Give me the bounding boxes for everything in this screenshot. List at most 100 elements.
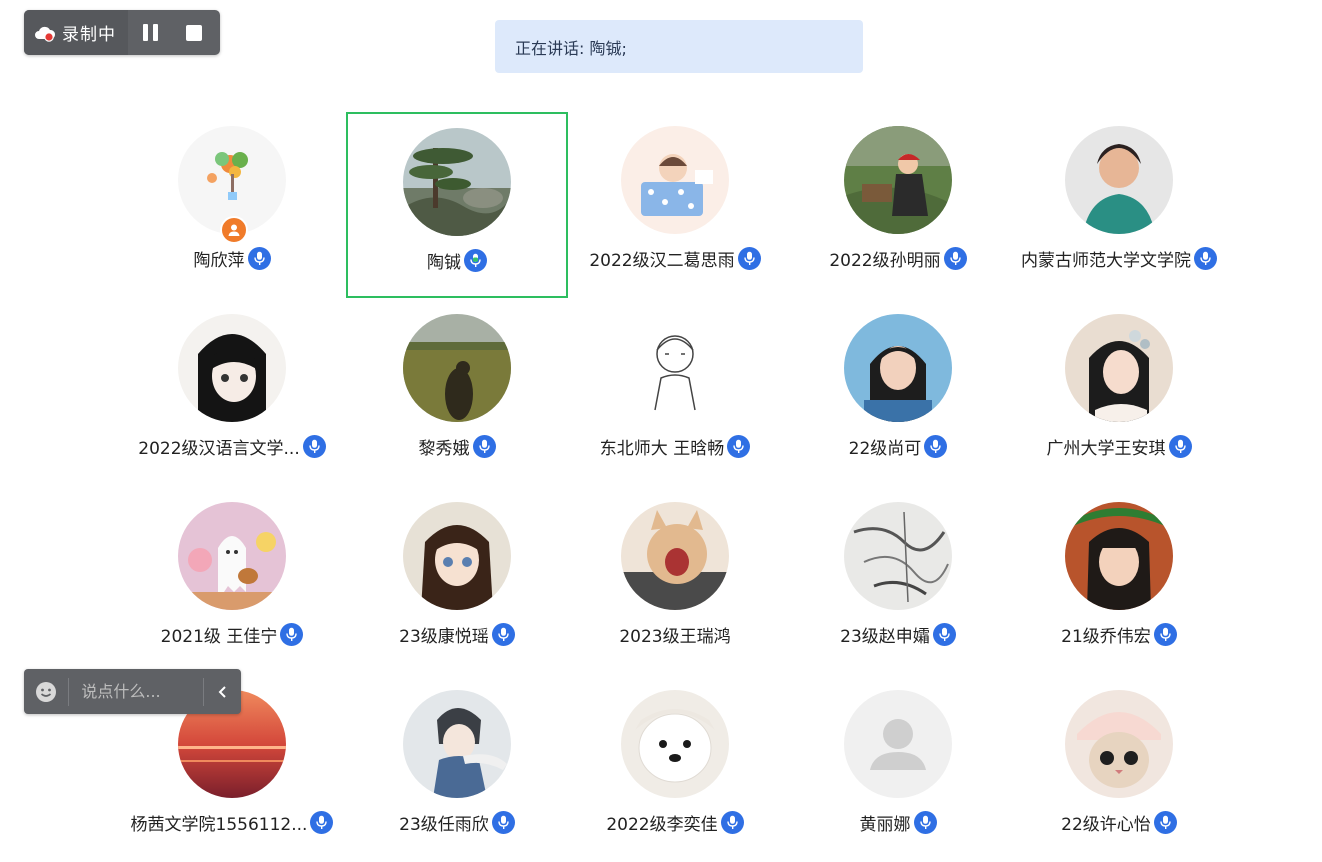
mic-status-indicator[interactable] [310, 811, 334, 834]
participant-avatar [621, 126, 729, 234]
participant-avatar [844, 314, 952, 422]
mic-status-indicator[interactable] [1153, 623, 1177, 646]
chat-input[interactable] [69, 681, 204, 702]
microphone-icon [1160, 627, 1171, 641]
participant-tile[interactable]: 23级赵申孀 [787, 488, 1009, 674]
mic-status-indicator[interactable] [280, 623, 304, 646]
participant-name: 2021级 王佳宁 [160, 627, 278, 647]
pause-recording-button[interactable] [128, 10, 172, 55]
participant-name-row: 23级任雨欣 [346, 810, 568, 835]
mic-status-indicator[interactable] [1153, 811, 1177, 834]
microphone-icon [498, 815, 509, 829]
mic-status-indicator[interactable] [943, 247, 967, 270]
participant-name: 东北师大 王晗畅 [599, 439, 725, 459]
mic-status-indicator[interactable] [472, 435, 496, 458]
participant-tile[interactable]: 黎秀娥 [346, 300, 568, 486]
participant-tile[interactable]: 2022级孙明丽 [787, 112, 1009, 298]
smiley-icon [36, 681, 57, 702]
participant-name: 陶铖 [427, 253, 461, 273]
participant-tile[interactable]: 内蒙古师范大学文学院 [1008, 112, 1230, 298]
participant-avatar [844, 502, 952, 610]
mic-status-indicator[interactable] [924, 435, 948, 458]
emoji-button[interactable] [24, 677, 70, 706]
mic-status-indicator[interactable] [913, 811, 937, 834]
pause-icon [142, 24, 158, 41]
participant-name: 黎秀娥 [418, 439, 470, 459]
participant-name-row: 2022级李奕佳 [564, 810, 786, 835]
participant-name-row: 东北师大 王晗畅 [564, 434, 786, 459]
mic-speaking-indicator[interactable] [464, 249, 487, 272]
participant-tile[interactable]: 陶铖 [346, 112, 568, 298]
participant-name: 杨茜文学院1556112... [130, 815, 308, 835]
microphone-icon [1160, 815, 1171, 829]
participant-tile[interactable]: 22级许心怡 [1008, 676, 1230, 862]
stop-icon [186, 24, 202, 41]
participant-name: 黄丽娜 [859, 815, 911, 835]
participant-tile[interactable]: 2022级李奕佳 [564, 676, 786, 862]
participant-name-row: 23级赵申孀 [787, 622, 1009, 647]
microphone-icon [1174, 439, 1186, 453]
participant-name-row: 2021级 王佳宁 [121, 622, 343, 647]
participant-avatar [1065, 502, 1173, 610]
participant-tile[interactable]: 23级康悦瑶 [346, 488, 568, 674]
mic-status-indicator[interactable] [491, 811, 515, 834]
participant-avatar [844, 126, 952, 234]
mic-status-indicator[interactable] [491, 623, 515, 646]
participant-tile[interactable]: 广州大学王安琪 [1008, 300, 1230, 486]
participant-tile[interactable]: 陶欣萍 [121, 112, 343, 298]
participant-tile[interactable]: 2022级汉语言文学... [121, 300, 343, 486]
participant-tile[interactable]: 2023级王瑞鸿 [564, 488, 786, 674]
participant-name: 广州大学王安琪 [1046, 439, 1166, 459]
participant-name: 2022级汉语言文学... [138, 439, 300, 459]
participant-tile[interactable]: 2021级 王佳宁 [121, 488, 343, 674]
participant-tile[interactable]: 2022级汉二葛思雨 [564, 112, 786, 298]
participant-name-row: 2022级孙明丽 [787, 246, 1009, 271]
recording-label: 录制中 [62, 25, 116, 45]
cloud-record-icon [34, 24, 56, 42]
participant-avatar [621, 502, 729, 610]
microphone-icon [743, 251, 755, 265]
participant-avatar [1065, 314, 1173, 422]
participant-tile[interactable]: 22级尚可 [787, 300, 1009, 486]
participant-name: 陶欣萍 [193, 251, 245, 271]
mic-status-indicator[interactable] [727, 435, 751, 458]
participant-tile[interactable]: 23级任雨欣 [346, 676, 568, 862]
participant-name-row: 陶铖 [348, 248, 566, 273]
participant-tile[interactable]: 21级乔伟宏 [1008, 488, 1230, 674]
participant-name-row: 黎秀娥 [346, 434, 568, 459]
participant-name: 22级尚可 [848, 439, 922, 459]
participant-name: 22级许心怡 [1061, 815, 1151, 835]
participant-name-row: 黄丽娜 [787, 810, 1009, 835]
participant-avatar [403, 128, 511, 236]
participant-name-row: 广州大学王安琪 [1008, 434, 1230, 459]
participant-name-row: 21级乔伟宏 [1008, 622, 1230, 647]
microphone-icon [478, 439, 490, 453]
microphone-icon [733, 439, 744, 453]
stop-recording-button[interactable] [172, 10, 216, 55]
mic-status-indicator[interactable] [247, 247, 271, 270]
participant-name: 2022级李奕佳 [606, 815, 718, 835]
mic-status-indicator[interactable] [720, 811, 744, 834]
mic-status-indicator[interactable] [932, 623, 956, 646]
microphone-icon [726, 815, 738, 829]
mic-status-indicator[interactable] [1194, 247, 1217, 270]
speaking-banner: 正在讲话: 陶铖; [495, 20, 863, 73]
participant-name: 2023级王瑞鸿 [619, 627, 731, 647]
participant-name-row: 2023级王瑞鸿 [564, 622, 786, 647]
participant-tile[interactable]: 黄丽娜 [787, 676, 1009, 862]
recording-status: 录制中 [24, 10, 128, 55]
chat-box [24, 669, 241, 714]
microphone-icon [949, 251, 961, 265]
participant-name-row: 内蒙古师范大学文学院 [1008, 246, 1230, 271]
collapse-chat-button[interactable] [203, 677, 241, 706]
participant-avatar [844, 690, 952, 798]
mic-status-indicator[interactable] [1168, 435, 1192, 458]
participant-avatar [621, 690, 729, 798]
participant-name: 21级乔伟宏 [1061, 627, 1151, 647]
mic-status-indicator[interactable] [737, 247, 761, 270]
participant-name-row: 22级尚可 [787, 434, 1009, 459]
chevron-left-icon [218, 685, 226, 698]
mic-status-indicator[interactable] [302, 435, 326, 458]
participant-tile[interactable]: 东北师大 王晗畅 [564, 300, 786, 486]
participant-avatar [178, 314, 286, 422]
